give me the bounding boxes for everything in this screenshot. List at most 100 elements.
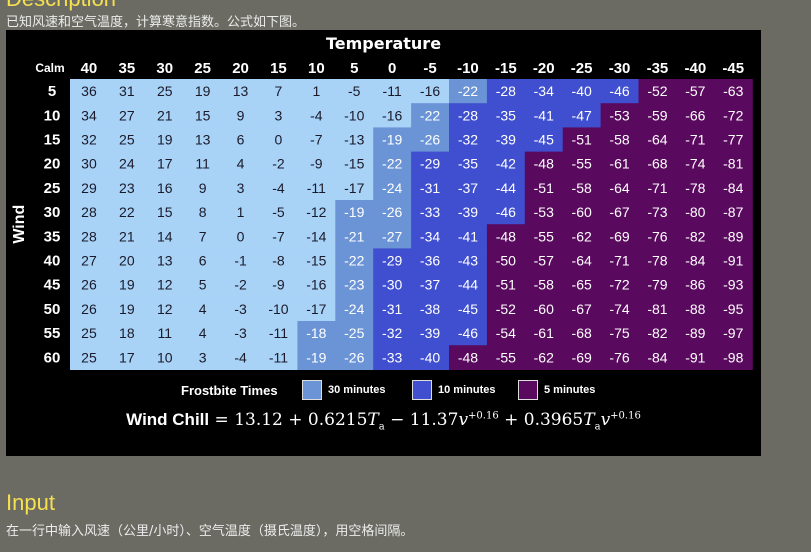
chill-value: -11 [269,325,288,341]
chill-value: -41 [534,107,554,123]
chill-value: 25 [119,132,135,148]
chill-value: 4 [199,301,207,317]
chill-value: 7 [199,228,207,244]
chill-value: 3 [199,349,207,365]
chill-value: 8 [199,204,207,220]
legend-label: Frostbite Times [181,383,278,398]
chill-value: -44 [496,180,516,196]
formula-ta2: T [583,410,595,430]
temperature-header: 30 [156,60,173,77]
chill-value: -81 [723,156,743,172]
formula-v1: v [458,410,469,430]
chill-value: 0 [275,132,283,148]
temperature-header: -45 [722,60,744,77]
chill-value: -76 [609,349,629,365]
chill-value: -27 [382,228,402,244]
chill-value: -78 [647,253,667,269]
chill-value: -40 [420,349,440,365]
chill-value: 32 [81,132,97,148]
chill-value: -24 [344,301,364,317]
chill-value: -25 [344,325,364,341]
chill-value: -42 [496,156,516,172]
temperature-header: 20 [232,60,249,77]
chill-value: 9 [237,107,245,123]
chill-value: -97 [723,325,743,341]
chill-value: -8 [272,253,285,269]
chill-value: -64 [647,132,667,148]
chill-value: -24 [382,180,402,196]
chill-value: -11 [383,83,402,99]
chill-value: -77 [723,132,743,148]
chill-value: -48 [534,156,554,172]
chill-value: -9 [272,277,285,293]
chill-value: -22 [344,253,364,269]
chill-value: -26 [382,204,402,220]
chill-value: -3 [234,301,247,317]
chill-value: -58 [609,132,629,148]
chill-value: 17 [157,156,173,172]
chill-value: -5 [272,204,285,220]
chill-value: -84 [685,253,705,269]
chill-value: 10 [157,349,173,365]
chill-value: -51 [534,180,554,196]
formula-ta: T [367,410,379,430]
chill-value: 6 [237,132,245,148]
temperature-header: 35 [119,60,136,77]
chill-value: -82 [647,325,667,341]
chill-value: 24 [119,156,135,172]
chill-value: -16 [420,83,440,99]
temperature-header: -30 [609,60,631,77]
frostbite-legend: Frostbite Times 30 minutes 10 minutes 5 … [6,380,761,402]
chill-value: -95 [723,301,743,317]
chill-value: -10 [268,301,288,317]
chill-value: 18 [119,325,135,341]
chill-value: 28 [81,228,97,244]
formula-eq: = [209,410,235,430]
corner-label: Calm [35,61,64,75]
chill-value: 29 [81,180,97,196]
formula-c0: 13.12 + 0.6215 [234,410,368,430]
chill-value: -55 [572,156,592,172]
formula-c1: − 11.37 [384,410,459,430]
chill-value: -45 [458,301,478,317]
chill-value: -54 [496,325,516,341]
chill-value: 15 [195,107,211,123]
wind-row-label: 50 [44,301,61,318]
chill-value: -4 [310,107,323,123]
chill-value: -64 [572,253,592,269]
temperature-header: 25 [194,60,211,77]
chill-value: -23 [344,277,364,293]
chill-value: -16 [306,277,326,293]
chill-value: 25 [81,349,97,365]
chill-value: -52 [647,83,667,99]
legend-swatch-5min [518,380,538,400]
chill-value: -61 [534,325,554,341]
chill-value: -58 [534,277,554,293]
chill-value: 11 [195,156,210,172]
temperature-header: -40 [685,60,707,77]
chill-value: 1 [312,83,320,99]
chill-value: 21 [119,228,135,244]
chill-value: -46 [458,325,478,341]
chill-value: -51 [496,277,516,293]
chill-value: -37 [420,277,440,293]
chill-value: 0 [237,228,245,244]
chill-value: -45 [534,132,554,148]
chill-value: -65 [572,277,592,293]
temperature-header: 40 [81,60,98,77]
chill-value: -15 [306,253,326,269]
description-text: 已知风速和空气温度，计算寒意指数。公式如下图。 [6,15,306,30]
wind-row-label: 45 [44,277,61,294]
chill-value: 28 [81,204,97,220]
temperature-header: -20 [533,60,555,77]
wind-chill-grid: Calm 40 35 30 25 20 15 10 5 0 -5 -10 -15 -20 -25 -30 -35… [11,60,753,370]
chill-value: -50 [496,253,516,269]
chill-value: -43 [458,253,478,269]
chill-value: -60 [534,301,554,317]
chill-value: 36 [81,83,97,99]
chill-value: 11 [157,325,172,341]
temperature-header: 0 [388,60,396,77]
formula-v2: v [600,410,611,430]
wind-row-label: 25 [44,180,61,197]
chill-value: 26 [81,301,97,317]
